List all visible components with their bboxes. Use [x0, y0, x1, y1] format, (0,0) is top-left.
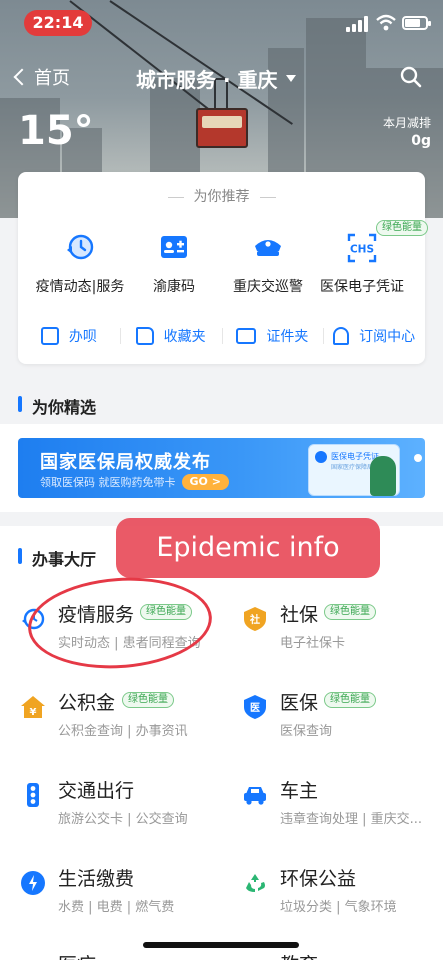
banner-card-subtitle: 国家医疗保障局 — [331, 464, 374, 471]
person-illustration — [370, 456, 396, 496]
nav-bar: 首页 城市服务 · 重庆 — [0, 58, 443, 98]
hall-item-title: 医疗 — [58, 950, 96, 960]
status-time: 22:14 — [24, 10, 92, 36]
hall-item-car-owner[interactable]: 车主 违章查询处理 | 重庆交... — [242, 776, 443, 864]
recycle-icon — [246, 874, 265, 892]
hall-item-subtitle: 水费 | 电费 | 燃气费 — [58, 900, 175, 915]
svg-text:¥: ¥ — [30, 707, 37, 718]
banner-subtitle: 领取医保码 就医购药免带卡 — [40, 476, 176, 489]
search-icon[interactable] — [400, 66, 422, 88]
featured-heading: 为你精选 — [18, 394, 96, 418]
hall-item-subtitle: 违章查询处理 | 重庆交... — [280, 812, 423, 827]
recommend-card: 为你推荐 疫情动态|服务 渝康码 重庆交巡警 CHS 医保电子凭证 绿色能量 办… — [18, 172, 428, 364]
chs-logo-icon — [315, 451, 327, 463]
svg-text:社: 社 — [249, 613, 260, 626]
recommend-heading: 为你推荐 — [18, 186, 425, 206]
hall-item-subtitle: 医保查询 — [280, 724, 333, 739]
green-energy-badge: 绿色能量 — [324, 604, 376, 620]
document-icon — [40, 327, 59, 345]
home-indicator[interactable] — [143, 942, 299, 948]
green-energy-badge: 绿色能量 — [376, 220, 428, 236]
hall-item-social-security[interactable]: 社 社保 绿色能量 电子社保卡 — [242, 600, 443, 688]
service-label: 医保电子凭证 — [320, 279, 404, 295]
hall-item-title: 环保公益 — [280, 868, 357, 890]
svg-text:CHS: CHS — [350, 244, 374, 256]
health-code-icon — [161, 236, 187, 258]
back-button[interactable]: 首页 — [13, 64, 70, 90]
banner-subtitle-row: 领取医保码 就医购药免带卡 GO > — [40, 474, 229, 490]
hall-item-education[interactable]: 教育 — [242, 950, 443, 960]
cable-car — [196, 108, 248, 148]
hall-item-medical[interactable]: 医疗 — [20, 950, 240, 960]
car-icon — [244, 787, 266, 805]
medical-insurance-icon: 医 — [244, 695, 266, 719]
green-energy-badge: 绿色能量 — [122, 692, 174, 708]
quick-link-label: 订阅中心 — [359, 329, 416, 345]
folder-icon — [135, 327, 154, 345]
hall-item-title: 社保 — [280, 604, 319, 626]
chs-icon: CHS — [347, 233, 377, 263]
carbon-reduction[interactable]: 本月减排 0g — [383, 114, 431, 149]
back-label: 首页 — [34, 68, 70, 89]
hall-item-title: 生活缴费 — [58, 868, 135, 890]
hall-item-environment[interactable]: 环保公益 垃圾分类 | 气象环境 — [242, 864, 443, 952]
hall-item-title: 交通出行 — [58, 780, 135, 802]
carbon-value: 0g — [411, 133, 431, 149]
hall-item-utilities[interactable]: 生活缴费 水费 | 电费 | 燃气费 — [20, 864, 240, 952]
traffic-light-icon — [27, 783, 39, 807]
hall-item-title: 教育 — [280, 950, 318, 960]
social-security-icon: 社 — [244, 607, 266, 631]
bell-icon — [333, 327, 350, 345]
page-title: 城市服务 · 重庆 — [136, 68, 278, 92]
chevron-left-icon — [13, 68, 31, 86]
hall-item-title: 公积金 — [58, 692, 116, 714]
hall-heading: 办事大厅 — [18, 546, 96, 570]
city-selector[interactable]: 城市服务 · 重庆 — [136, 64, 296, 93]
banner-go-button[interactable]: GO > — [181, 474, 229, 490]
hall-item-subtitle: 旅游公交卡 | 公交查询 — [58, 812, 188, 827]
svg-text:医: 医 — [250, 702, 260, 714]
annotation-label: Epidemic info — [116, 518, 380, 578]
hall-item-subtitle: 公积金查询 | 办事资讯 — [58, 724, 188, 739]
id-card-icon — [236, 328, 257, 344]
battery-icon — [402, 16, 431, 30]
hall-item-title: 车主 — [280, 780, 319, 802]
quick-link-favorites[interactable]: 收藏夹 — [119, 318, 222, 354]
hall-item-subtitle: 电子社保卡 — [280, 636, 346, 651]
hall-item-housing-fund[interactable]: ¥ 公积金 绿色能量 公积金查询 | 办事资讯 — [20, 688, 240, 776]
housing-fund-icon: ¥ — [21, 696, 45, 718]
water-drop-icon — [21, 871, 45, 895]
police-cap-icon — [255, 240, 281, 256]
promo-banner[interactable]: 国家医保局权威发布 领取医保码 就医购药免带卡 GO > 医保电子凭证 国家医疗… — [18, 438, 425, 498]
hall-item-subtitle: 垃圾分类 | 气象环境 — [280, 900, 397, 915]
wifi-icon — [376, 14, 396, 31]
hall-item-title: 医保 — [280, 692, 319, 714]
hall-item-transport[interactable]: 交通出行 旅游公交卡 | 公交查询 — [20, 776, 240, 864]
green-energy-badge: 绿色能量 — [324, 692, 376, 708]
quick-link-label: 办呗 — [68, 329, 97, 345]
caret-down-icon — [285, 75, 296, 82]
epidemic-clock-icon — [67, 234, 94, 260]
quick-links: 办呗 收藏夹 证件夹 订阅中心 — [18, 318, 425, 354]
quick-link-subscriptions[interactable]: 订阅中心 — [323, 318, 425, 354]
quick-link-id-wallet[interactable]: 证件夹 — [221, 318, 324, 354]
hall-item-medical-insurance[interactable]: 医 医保 绿色能量 医保查询 — [242, 688, 443, 776]
temperature: 15° — [18, 108, 94, 154]
quick-link-banbei[interactable]: 办呗 — [18, 318, 120, 354]
service-chs[interactable]: CHS 医保电子凭证 — [306, 232, 418, 296]
signal-icon — [346, 16, 370, 32]
quick-link-label: 证件夹 — [266, 329, 309, 345]
status-bar: 22:14 — [0, 0, 443, 44]
banner-dot — [414, 454, 422, 462]
quick-link-label: 收藏夹 — [163, 329, 206, 345]
carbon-label: 本月减排 — [382, 116, 431, 130]
banner-title: 国家医保局权威发布 — [40, 452, 211, 473]
